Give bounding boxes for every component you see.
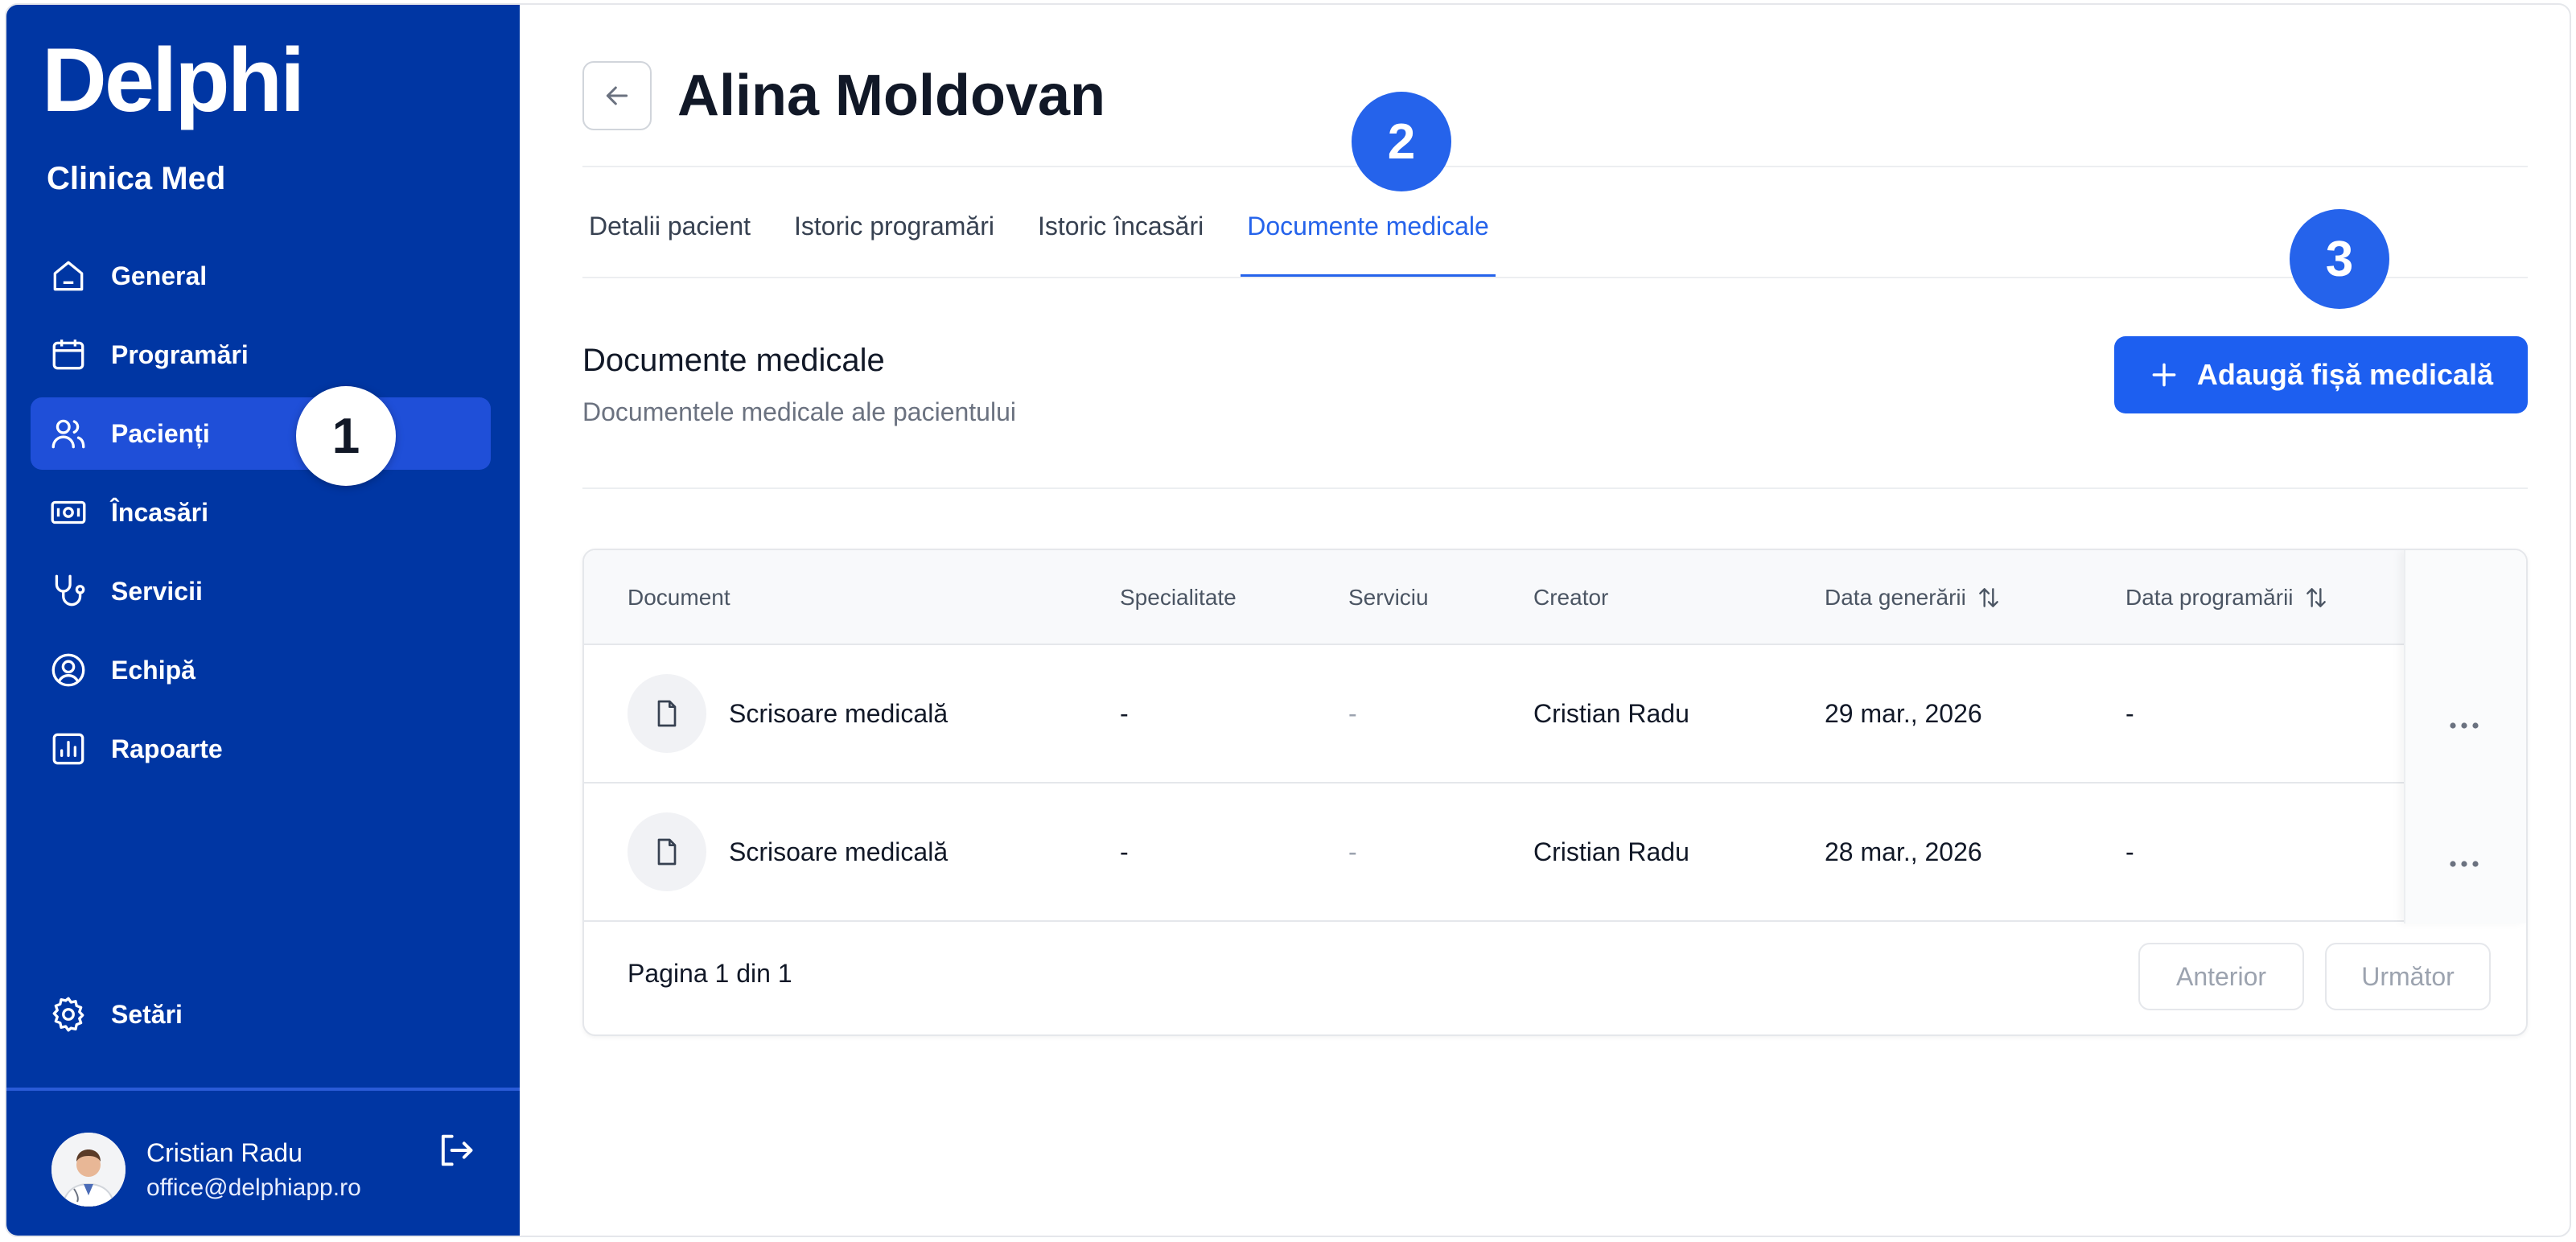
app-window: Delphi Clinica Med General Programări Pa… [5,3,2571,1237]
more-horizontal-icon [2450,861,2479,867]
sidebar-item-general[interactable]: General [31,240,491,312]
document-cell: Scrisoare medicală [628,645,948,782]
sidebar-item-setari[interactable]: Setări [31,978,491,1051]
documents-table: Document Specialitate Serviciu Creator D… [582,549,2528,1036]
app-logo: Delphi [42,30,305,130]
column-header-label: Data programării [2125,585,2294,610]
sidebar-item-label: Rapoarte [111,734,223,763]
service-cell: - [1348,698,1357,728]
document-name: Scrisoare medicală [729,837,949,866]
tab-detalii-pacient[interactable]: Detalii pacient [582,191,757,278]
column-header-serviciu: Serviciu [1348,585,1429,610]
document-cell: Scrisoare medicală [628,783,948,920]
table-row[interactable]: Scrisoare medicală - - Cristian Radu 29 … [584,645,2526,783]
sidebar-item-label: Programări [111,339,249,369]
sort-icon [1976,585,2002,611]
sidebar-divider [6,1088,520,1091]
column-header-creator: Creator [1533,585,1609,610]
users-icon [47,412,90,455]
sort-icon [2303,585,2329,611]
row-actions-button[interactable] [2444,848,2484,880]
table-header: Document Specialitate Serviciu Creator D… [584,550,2526,645]
money-icon [47,491,90,534]
appointment-date-cell: - [2125,837,2134,866]
header-divider [582,166,2528,167]
page-title: Alina Moldovan [677,64,1106,128]
creator-cell: Cristian Radu [1533,698,1689,728]
home-icon [47,254,90,298]
add-medical-record-button[interactable]: Adaugă fișă medicală [2114,336,2528,413]
sidebar-item-pacienti[interactable]: Pacienți [31,397,491,470]
sidebar-item-label: Echipă [111,655,195,685]
chart-icon [47,727,90,771]
sidebar-item-label: General [111,261,208,290]
sidebar-item-label: Pacienți [111,418,210,448]
user-email: office@delphiapp.ro [146,1174,361,1201]
tab-documente-medicale[interactable]: Documente medicale [1241,191,1496,278]
logout-icon [441,1134,473,1166]
creator-cell: Cristian Radu [1533,837,1689,866]
appointment-date-cell: - [2125,698,2134,728]
clinic-name: Clinica Med [47,161,226,196]
file-icon [628,674,706,753]
tab-bar: Detalii pacient Istoric programări Istor… [582,191,1526,280]
sidebar-item-label: Încasări [111,497,208,527]
calendar-icon [47,333,90,376]
tabs-divider [582,277,2528,278]
next-page-button[interactable]: Următor [2325,943,2491,1010]
service-cell: - [1348,837,1357,866]
sidebar-item-rapoarte[interactable]: Rapoarte [31,713,491,785]
sidebar-item-programari[interactable]: Programări [31,319,491,391]
arrow-left-icon [606,86,628,105]
sidebar: Delphi Clinica Med General Programări Pa… [6,5,520,1236]
sidebar-item-label: Servicii [111,576,203,606]
pagination-info: Pagina 1 din 1 [628,959,792,988]
sidebar-item-servicii[interactable]: Servicii [31,555,491,627]
file-icon [628,812,706,891]
specialty-cell: - [1120,837,1129,866]
gear-icon [47,993,90,1036]
column-header-data-programarii[interactable]: Data programării [2125,550,2329,645]
step-badge-2: 2 [1352,92,1451,191]
tab-istoric-programari[interactable]: Istoric programări [788,191,1001,278]
user-profile[interactable]: Cristian Radu office@delphiapp.ro [51,1133,361,1207]
actions-column [2404,550,2526,923]
settings-section: Setări [31,978,491,1057]
avatar [51,1133,126,1207]
column-header-specialitate: Specialitate [1120,585,1237,610]
sidebar-item-echipa[interactable]: Echipă [31,634,491,706]
stethoscope-icon [47,570,90,613]
add-button-label: Adaugă fișă medicală [2196,358,2494,391]
user-circle-icon [47,648,90,692]
main-content: Alina Moldovan Detalii pacient Istoric p… [520,5,2570,1236]
sidebar-nav: General Programări Pacienți Încasări Ser… [31,240,491,792]
section-title: Documente medicale [582,343,885,378]
tab-istoric-incasari[interactable]: Istoric încasări [1031,191,1210,278]
step-badge-3: 3 [2290,209,2389,309]
column-header-label: Data generării [1825,585,1966,610]
user-text: Cristian Radu office@delphiapp.ro [146,1138,361,1202]
table-row[interactable]: Scrisoare medicală - - Cristian Radu 28 … [584,783,2526,922]
section-subtitle: Documentele medicale ale pacientului [582,397,1016,426]
previous-page-button[interactable]: Anterior [2138,943,2304,1010]
back-button[interactable] [582,61,652,130]
column-header-document: Document [628,585,730,610]
document-name: Scrisoare medicală [729,698,949,728]
more-horizontal-icon [2450,722,2479,729]
row-actions-button[interactable] [2444,709,2484,742]
column-header-data-generarii[interactable]: Data generării [1825,550,2002,645]
generated-date-cell: 28 mar., 2026 [1825,837,1982,866]
step-badge-1: 1 [296,386,396,486]
specialty-cell: - [1120,698,1129,728]
generated-date-cell: 29 mar., 2026 [1825,698,1982,728]
plus-icon [2149,360,2179,390]
user-name: Cristian Radu [146,1137,302,1167]
sidebar-item-label: Setări [111,999,183,1029]
logout-button[interactable] [431,1126,479,1174]
sidebar-item-incasari[interactable]: Încasări [31,476,491,549]
section-divider [582,487,2528,489]
